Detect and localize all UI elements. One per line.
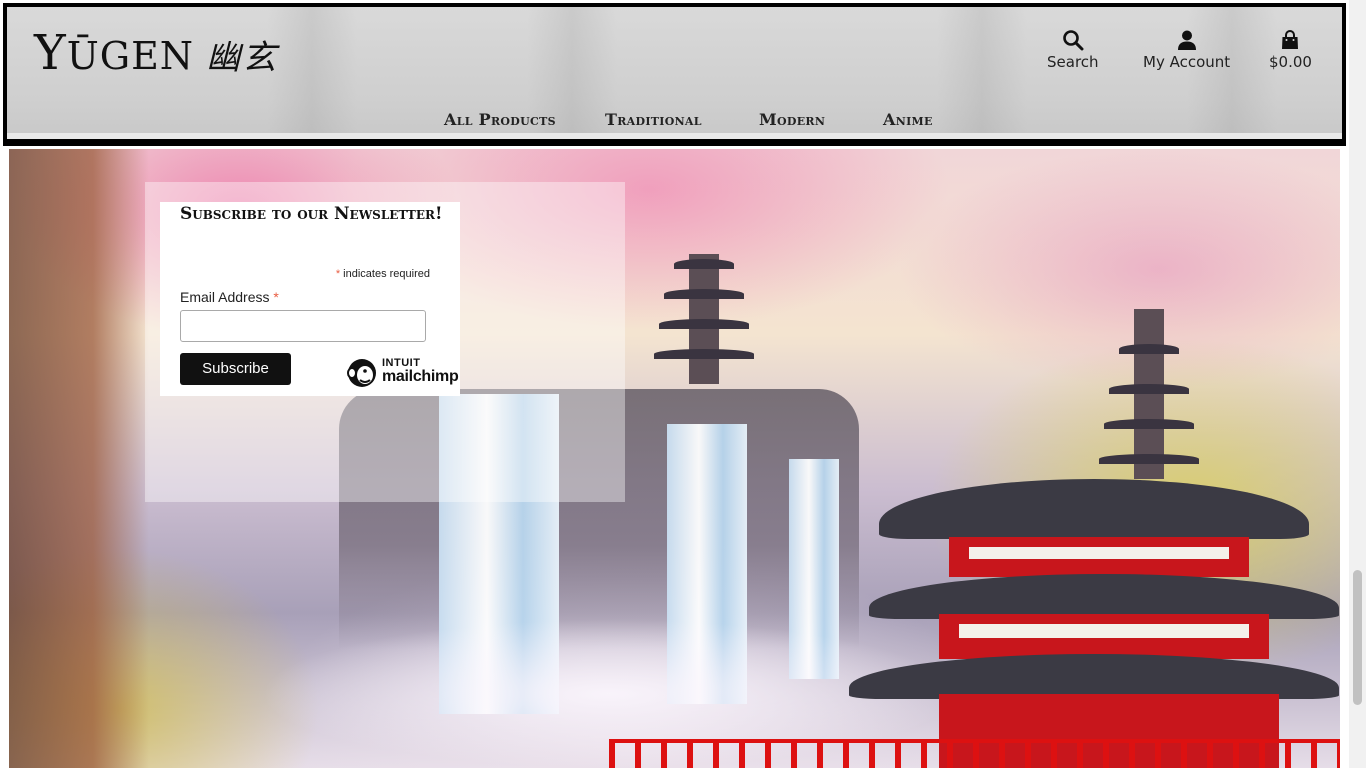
header-background-texture	[267, 7, 357, 139]
user-icon	[1177, 30, 1196, 50]
temple-windows	[959, 624, 1249, 638]
pagoda-roof	[659, 319, 749, 329]
logo-word: ŪGEN	[66, 34, 195, 78]
my-account-button[interactable]: My Account	[1143, 29, 1230, 71]
temple-roof	[849, 654, 1339, 699]
pagoda-roof	[664, 289, 744, 299]
email-label-text: Email Address	[180, 289, 270, 305]
red-temple	[839, 459, 1339, 768]
pagoda-roof	[674, 259, 734, 269]
pagoda-roof	[1109, 384, 1189, 394]
header-background-texture	[1187, 7, 1277, 139]
page-scrollbar[interactable]	[1349, 0, 1366, 768]
nav-all-products[interactable]: All Products	[444, 110, 556, 129]
tree-trunk	[9, 149, 149, 768]
nav-modern[interactable]: Modern	[759, 110, 825, 129]
shopping-bag-icon	[1282, 30, 1299, 49]
email-required-asterisk: *	[273, 289, 279, 305]
required-note-text: indicates required	[340, 268, 430, 280]
pagoda-roof	[1119, 344, 1179, 354]
pagoda-roof	[654, 349, 754, 359]
newsletter-title: Subscribe to our Newsletter!	[180, 204, 443, 224]
header-background-texture	[937, 7, 1027, 139]
my-account-label: My Account	[1143, 53, 1231, 71]
pagoda-roof	[1104, 419, 1194, 429]
nav-anime[interactable]: Anime	[883, 110, 933, 129]
pagoda	[649, 234, 759, 394]
site-logo[interactable]: YŪGEN 幽玄	[34, 25, 278, 81]
mailchimp-badge[interactable]: INTUIT mailchimp	[346, 355, 470, 389]
search-button[interactable]: Search	[1047, 29, 1099, 71]
header-bottom-strip	[7, 133, 1342, 139]
logo-kanji: 幽玄	[206, 38, 279, 78]
newsletter-form: Subscribe to our Newsletter! * indicates…	[160, 202, 460, 396]
red-railing	[609, 739, 1340, 768]
cart-total: $0.00	[1269, 53, 1312, 71]
search-icon	[1062, 30, 1084, 51]
logo-initial: Y	[34, 25, 67, 81]
search-label: Search	[1047, 53, 1099, 71]
temple-roof	[869, 574, 1339, 619]
required-note: * indicates required	[336, 268, 430, 280]
temple-roof	[879, 479, 1309, 539]
cart-button[interactable]: $0.00	[1269, 29, 1312, 71]
subscribe-button[interactable]: Subscribe	[180, 353, 291, 385]
scrollbar-thumb[interactable]	[1353, 570, 1362, 705]
mailchimp-badge-bottom: mailchimp	[382, 368, 459, 385]
mailchimp-logo-icon	[347, 359, 376, 387]
nav-traditional[interactable]: Traditional	[605, 110, 702, 129]
temple-windows	[969, 547, 1229, 559]
header-bar: YŪGEN 幽玄 Search My Account $0.00 All Pro…	[7, 7, 1342, 139]
email-label: Email Address *	[180, 289, 279, 305]
email-field[interactable]	[180, 310, 426, 342]
site-header: YŪGEN 幽玄 Search My Account $0.00 All Pro…	[3, 3, 1346, 146]
